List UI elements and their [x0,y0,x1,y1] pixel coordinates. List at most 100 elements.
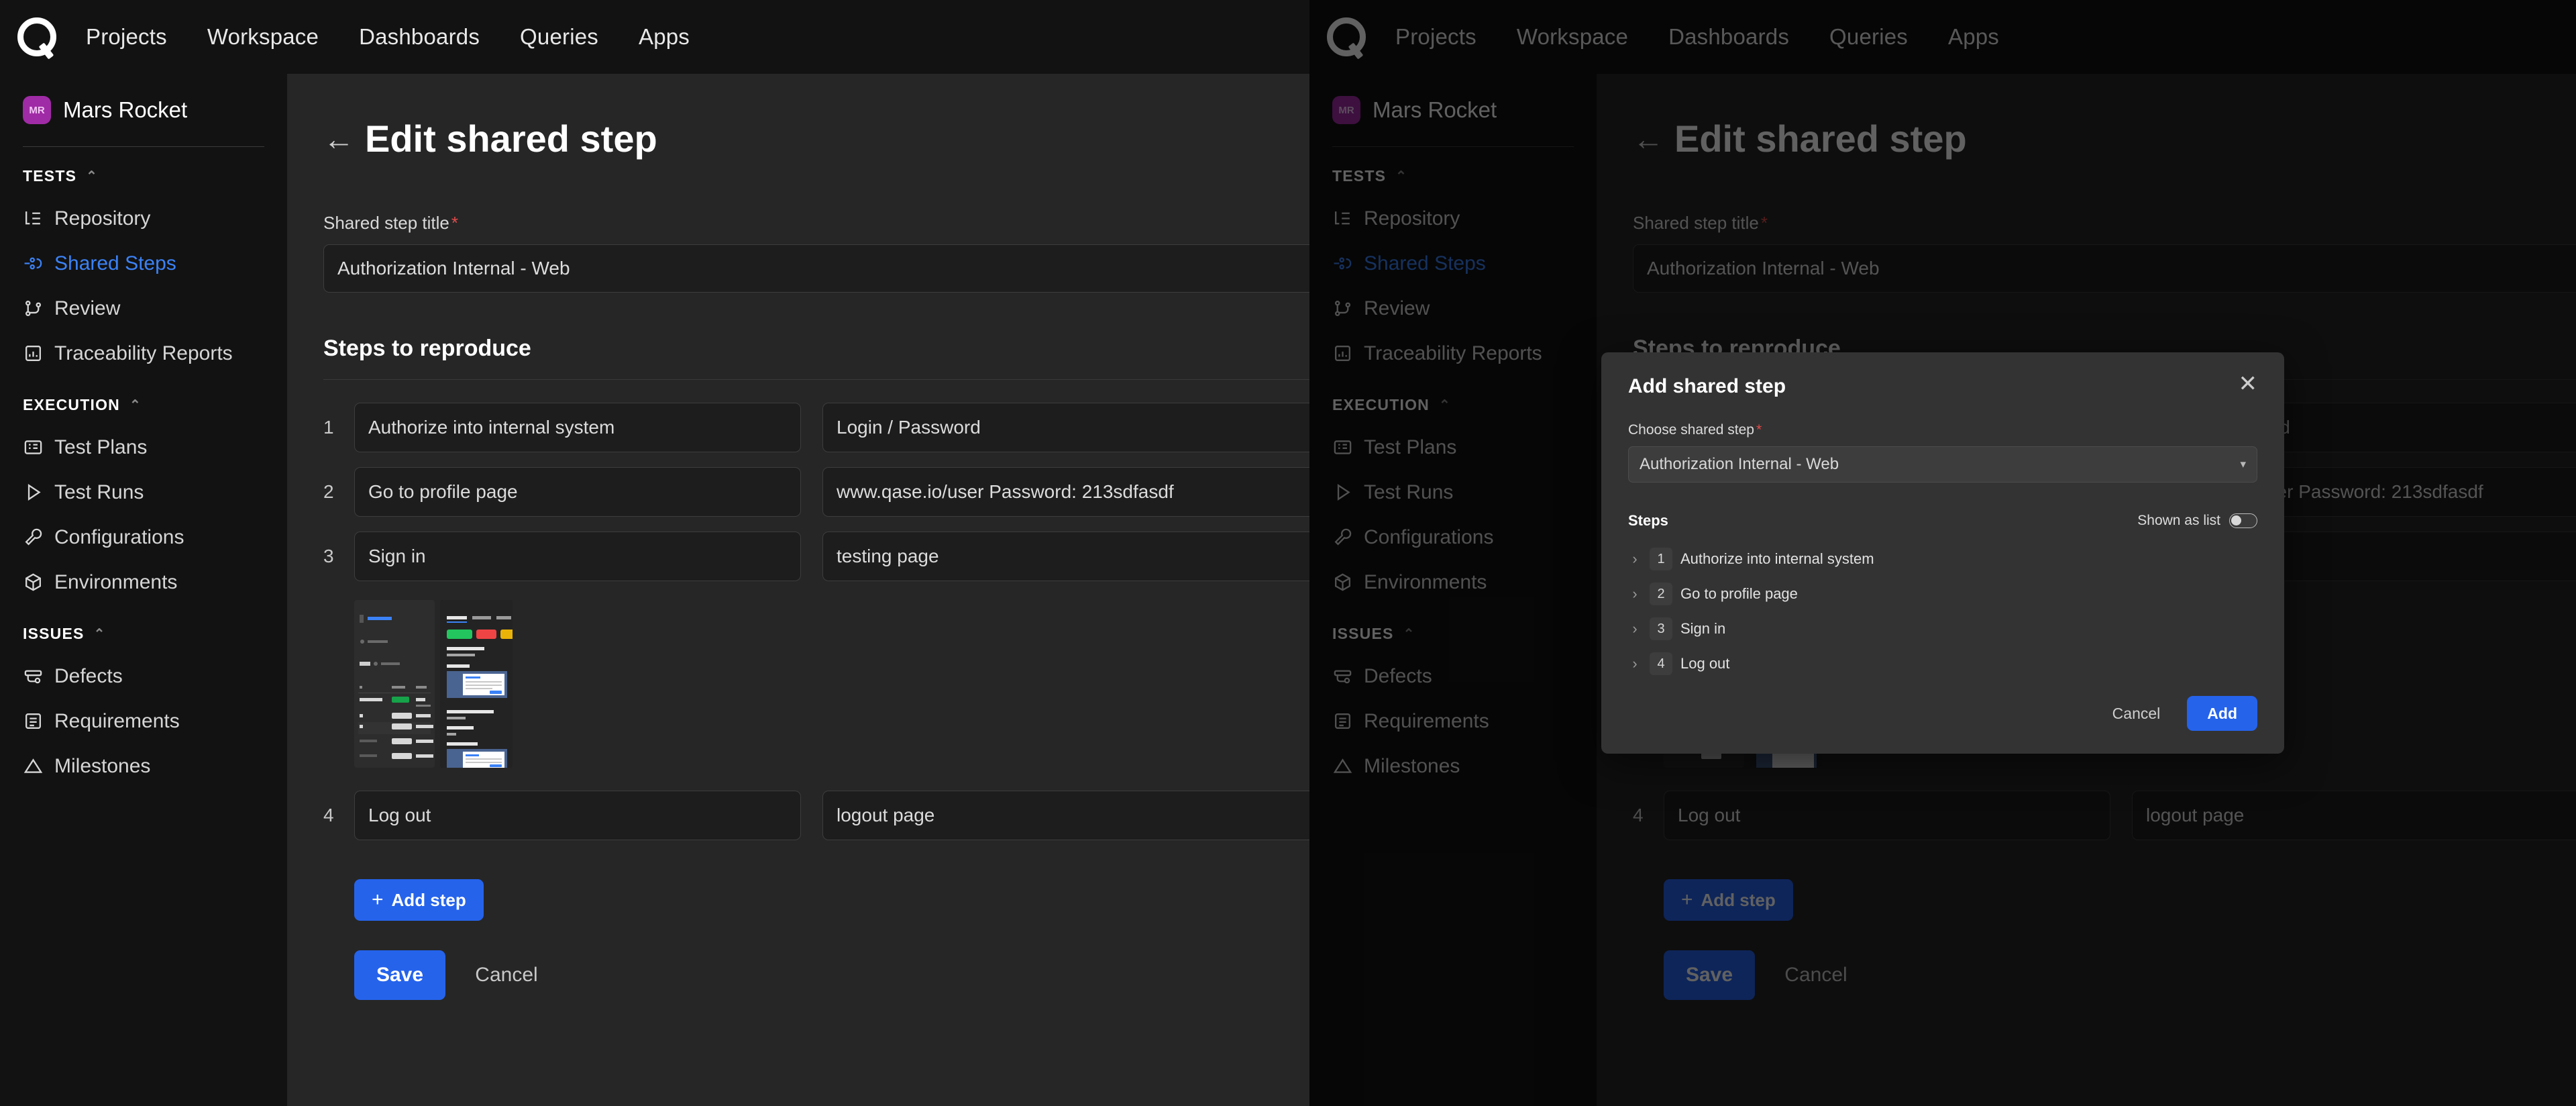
attachment-thumbnail-1[interactable] [354,600,435,768]
step-action-input[interactable]: Sign in [354,532,801,581]
sidebar-item-review[interactable]: Review [23,286,264,331]
step-data-input[interactable]: www.qase.io/user Password: 213sdfasdf [822,467,1309,517]
chevron-right-icon[interactable]: › [1628,620,1642,638]
sidebar-item-review[interactable]: Review [1332,286,1574,331]
shown-as-list-toggle-group[interactable]: Shown as list [2137,513,2257,529]
sidebar-item-environments[interactable]: Environments [1332,560,1574,605]
save-button[interactable]: Save [1664,950,1755,1000]
shared-step-title-label: Shared step title * [323,213,1309,234]
sidebar-item-test-plans[interactable]: Test Plans [23,425,264,470]
required-asterisk: * [451,213,459,233]
list-item[interactable]: › 3 Sign in [1628,611,2257,646]
list-item[interactable]: › 4 Log out [1628,646,2257,681]
sidebar-item-defects[interactable]: Defects [1332,654,1574,699]
sidebar-group-execution[interactable]: EXECUTION ⌃ [1332,396,1574,414]
save-button[interactable]: Save [354,950,445,1000]
shared-step-title-input[interactable]: Authorization Internal - Web [323,244,1309,293]
list-item[interactable]: › 1 Authorize into internal system [1628,542,2257,576]
sidebar-item-requirements[interactable]: Requirements [23,699,264,744]
steps-section-heading: Steps to reproduce [323,336,531,361]
qase-logo-icon[interactable] [17,17,56,56]
sidebar-item-configurations[interactable]: Configurations [1332,515,1574,560]
sidebar-item-environments-label: Environments [54,570,178,593]
sidebar-group-issues[interactable]: ISSUES ⌃ [1332,625,1574,643]
sidebar-group-issues-label: ISSUES [23,625,85,642]
sidebar-item-shared-steps[interactable]: Shared Steps [1332,241,1574,286]
topnav-workspace[interactable]: Workspace [1517,24,1628,50]
topnav-apps[interactable]: Apps [639,24,690,50]
topnav-dashboards[interactable]: Dashboards [359,24,480,50]
sidebar-item-repository[interactable]: Repository [23,196,264,241]
shared-step-title-label-text: Shared step title [1633,213,1759,233]
sidebar-item-environments[interactable]: Environments [23,560,264,605]
modal-cancel-button[interactable]: Cancel [2095,696,2178,731]
step-data-input[interactable]: testing page [822,532,1309,581]
cancel-button[interactable]: Cancel [1766,950,1866,1000]
sidebar-group-issues[interactable]: ISSUES ⌃ [23,625,264,643]
step-action-input[interactable]: Authorize into internal system [354,403,801,452]
sidebar-item-traceability-reports[interactable]: Traceability Reports [1332,331,1574,376]
step-data-input[interactable]: logout page [822,791,1309,840]
sidebar-group-execution[interactable]: EXECUTION ⌃ [23,396,264,414]
sidebar-item-requirements[interactable]: Requirements [1332,699,1574,744]
tree-list-icon [23,208,44,229]
choose-shared-step-select[interactable]: Authorization Internal - Web ▾ [1628,446,2257,483]
table-row: 3 Sign in testing page [323,532,1309,581]
topnav-apps[interactable]: Apps [1948,24,1999,50]
sidebar-item-review-label: Review [54,297,121,319]
step-action-input[interactable]: Log out [1664,791,2110,840]
project-switcher[interactable]: MR Mars Rocket [23,74,264,146]
sidebar-item-test-plans[interactable]: Test Plans [1332,425,1574,470]
sidebar-item-test-runs[interactable]: Test Runs [23,470,264,515]
add-step-button[interactable]: + Add step [1664,879,1793,921]
sidebar-item-test-runs[interactable]: Test Runs [1332,470,1574,515]
sidebar-item-defects[interactable]: Defects [23,654,264,699]
step-data-input[interactable]: logout page [2132,791,2576,840]
choose-shared-step-label-text: Choose shared step [1628,422,1754,438]
add-step-button-label: Add step [391,889,466,910]
app-panel-normal: Projects Workspace Dashboards Queries Ap… [0,0,1309,1106]
sidebar-item-configurations[interactable]: Configurations [23,515,264,560]
step-action-input[interactable]: Go to profile page [354,467,801,517]
close-icon[interactable]: ✕ [2239,372,2258,395]
topnav-queries[interactable]: Queries [1829,24,1908,50]
chevron-right-icon[interactable]: › [1628,655,1642,672]
sidebar-item-milestones[interactable]: Milestones [23,744,264,789]
shared-step-title-input[interactable]: Authorization Internal - Web [1633,244,2576,293]
project-switcher[interactable]: MR Mars Rocket [1332,74,1574,146]
step-action-input[interactable]: Log out [354,791,801,840]
topnav-queries[interactable]: Queries [520,24,598,50]
sidebar-item-configurations-label: Configurations [54,525,184,548]
add-step-button-label: Add step [1701,889,1776,910]
chevron-down-icon: ▾ [2240,458,2246,470]
topnav-projects[interactable]: Projects [86,24,167,50]
sidebar-item-repository[interactable]: Repository [1332,196,1574,241]
play-icon [23,482,44,503]
shown-as-list-toggle[interactable] [2229,513,2257,528]
modal-add-button[interactable]: Add [2187,696,2257,731]
sidebar-item-milestones[interactable]: Milestones [1332,744,1574,789]
add-step-button[interactable]: + Add step [354,879,484,921]
qase-logo-icon[interactable] [1327,17,1366,56]
form-footer-actions: Save Cancel [1664,950,2576,1000]
step-number: 2 [323,481,334,502]
sidebar-group-execution-label: EXECUTION [23,396,120,413]
topnav-projects[interactable]: Projects [1395,24,1477,50]
milestone-flag-icon [23,756,44,776]
topnav-workspace[interactable]: Workspace [207,24,319,50]
step-number: 4 [1633,805,1644,825]
sidebar-group-tests[interactable]: TESTS ⌃ [23,167,264,185]
chevron-up-icon: ⌃ [1403,626,1415,642]
chevron-right-icon[interactable]: › [1628,585,1642,603]
chevron-right-icon[interactable]: › [1628,550,1642,568]
sidebar-group-tests[interactable]: TESTS ⌃ [1332,167,1574,185]
step-data-input[interactable]: Login / Password [822,403,1309,452]
sidebar-item-shared-steps[interactable]: Shared Steps [23,241,264,286]
attachment-thumbnail-2[interactable] [440,600,513,768]
back-arrow-icon[interactable]: ← [323,123,354,154]
sidebar-item-traceability-reports[interactable]: Traceability Reports [23,331,264,376]
topnav-dashboards[interactable]: Dashboards [1668,24,1789,50]
back-arrow-icon[interactable]: ← [1633,123,1664,154]
cancel-button[interactable]: Cancel [456,950,557,1000]
list-item[interactable]: › 2 Go to profile page [1628,576,2257,611]
